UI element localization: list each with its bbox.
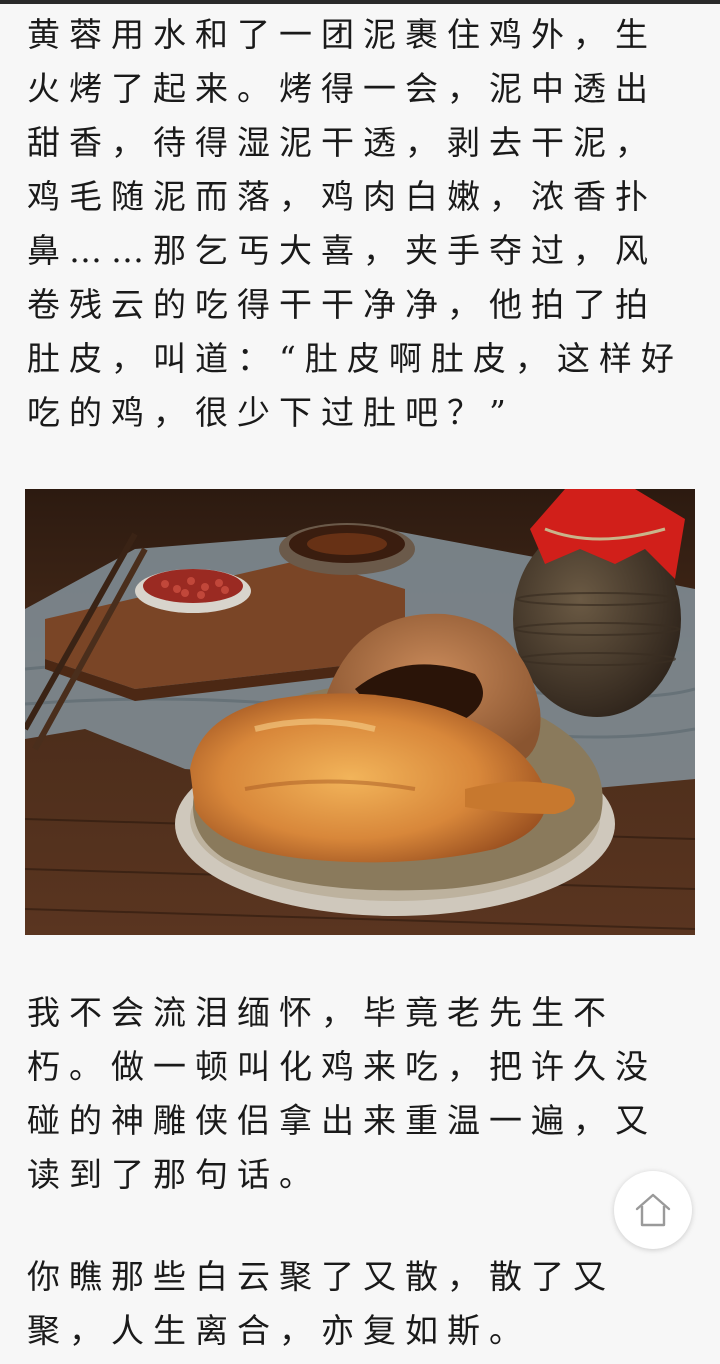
article-paragraph-3: 你瞧那些白云聚了又散，散了又聚，人生离合，亦复如斯。 bbox=[27, 1257, 615, 1350]
back-to-home-button[interactable] bbox=[614, 1171, 692, 1249]
article-paragraph-2: 我不会流泪缅怀，毕竟老先生不朽。做一顿叫化鸡来吃，把许久没碰的神雕侠侣拿出来重温… bbox=[27, 993, 657, 1194]
article-paragraph-1: 黄蓉用水和了一团泥裹住鸡外，生火烤了起来。烤得一会，泥中透出甜香，待得湿泥干透，… bbox=[27, 15, 683, 432]
home-icon bbox=[635, 1193, 671, 1227]
top-status-strip bbox=[0, 0, 720, 4]
beggars-chicken-photo bbox=[25, 489, 695, 935]
